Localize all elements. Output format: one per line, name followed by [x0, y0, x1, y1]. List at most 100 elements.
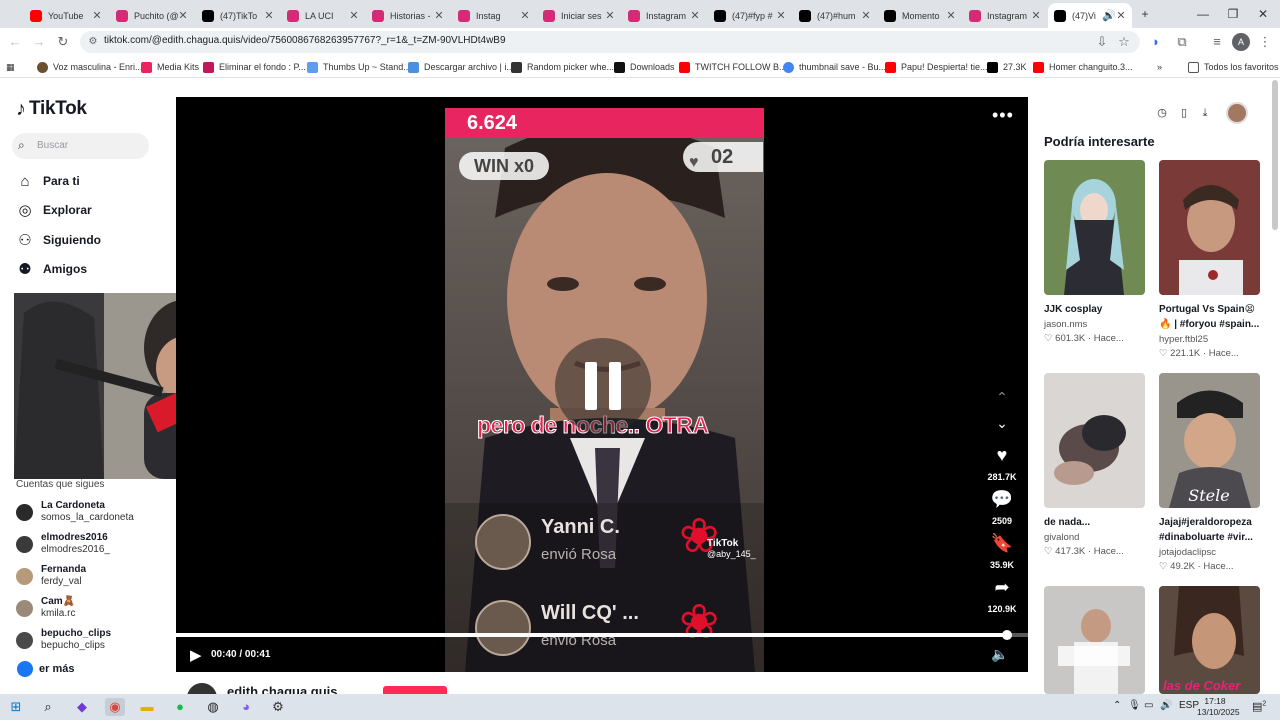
url-text[interactable]: tiktok.com/@edith.chagua.quis/video/7560… — [104, 35, 506, 46]
install-app-icon[interactable]: ⇩ — [1093, 33, 1111, 51]
volume-icon[interactable]: 🔊 — [1160, 700, 1172, 711]
close-tab-icon[interactable]: ✕ — [434, 9, 444, 22]
bookmark-item[interactable]: Homer changuito.3... — [1033, 59, 1133, 75]
profile-icon[interactable]: A — [1232, 33, 1250, 51]
bookmarks-overflow-icon[interactable]: » — [1157, 59, 1162, 75]
close-tab-icon[interactable]: ✕ — [776, 9, 786, 22]
clock-icon[interactable]: ◷ — [1155, 106, 1169, 120]
browser-tab[interactable]: Momento ✕ — [878, 3, 962, 28]
video-player[interactable]: 6.624 WIN x0 ♥02 pero de noche.. OTRA Ya… — [176, 97, 1028, 672]
site-info-icon[interactable]: ⚙ — [86, 35, 100, 49]
play-icon[interactable]: ▶ — [190, 646, 202, 664]
restore-button[interactable]: ❐ — [1222, 4, 1244, 24]
bookmark-item[interactable]: TWITCH FOLLOW B... — [679, 59, 787, 75]
bookmark-star-icon[interactable]: ☆ — [1115, 33, 1133, 51]
bookmark-item[interactable]: 27.3K — [987, 59, 1027, 75]
all-bookmarks[interactable]: Todos los favoritos — [1188, 59, 1279, 75]
more-options-icon[interactable]: ••• — [992, 105, 1014, 126]
close-tab-icon[interactable]: ✕ — [1031, 9, 1041, 22]
new-tab-button[interactable]: + — [1134, 4, 1156, 24]
close-tab-icon[interactable]: ✕ — [690, 9, 700, 22]
nav-for-you[interactable]: ⌂ Para ti — [16, 171, 79, 191]
video-thumbnail[interactable] — [1044, 373, 1145, 508]
forward-icon[interactable]: → — [30, 33, 48, 51]
minimize-button[interactable]: — — [1192, 4, 1214, 24]
close-tab-icon[interactable]: ✕ — [946, 9, 956, 22]
progress-handle[interactable] — [1001, 630, 1012, 640]
video-thumbnail[interactable] — [1044, 586, 1145, 694]
bookmark-item[interactable]: Thumbs Up ~ Stand... — [307, 59, 411, 75]
see-more-link[interactable]: er más — [17, 661, 74, 677]
video-thumbnail[interactable]: Stele — [1159, 373, 1260, 508]
browser-tab[interactable]: (47)#fyp # ✕ — [708, 3, 792, 28]
nav-explore[interactable]: ◎ Explorar — [16, 200, 91, 220]
network-icon[interactable]: ▭ — [1144, 700, 1153, 711]
microphone-icon[interactable]: 🎙 — [1128, 700, 1141, 711]
profile-avatar[interactable] — [1226, 102, 1248, 124]
search-icon[interactable]: ⌕ — [38, 698, 58, 716]
recommended-video-card[interactable]: JJK cosplay jason.nms ♡ 601.3K · Hace... — [1044, 160, 1145, 344]
menu-kebab-icon[interactable]: ⋮ — [1256, 33, 1274, 51]
bookmark-item[interactable]: Media Kits — [141, 59, 199, 75]
close-tab-icon[interactable]: ✕ — [349, 9, 359, 22]
close-tab-icon[interactable]: ✕ — [92, 9, 102, 22]
progress-bar[interactable] — [176, 630, 1028, 640]
pause-button[interactable] — [555, 338, 651, 434]
next-video-icon[interactable]: ⌄ — [986, 415, 1018, 432]
copilot-icon[interactable]: ◆ — [72, 698, 92, 716]
media-control-icon[interactable]: ≡ — [1208, 33, 1226, 51]
tiktok-logo[interactable]: ♪ TikTok — [16, 97, 87, 121]
recommended-video-card[interactable]: Portugal Vs Spain😫🔥 | #foryou #spain... … — [1159, 160, 1260, 359]
comment-button[interactable]: 💬 2509 — [986, 488, 1018, 526]
bookmark-item[interactable]: Random picker whe... — [511, 59, 614, 75]
spotify-icon[interactable]: ● — [170, 698, 190, 716]
bookmark-item[interactable]: Downloads — [614, 59, 675, 75]
extensions-puzzle-icon[interactable]: ⧉ — [1173, 33, 1191, 51]
extension-icon[interactable]: ◗ — [1147, 33, 1165, 51]
nav-following[interactable]: ⚇ Siguiendo — [16, 230, 101, 250]
recommended-video-card[interactable]: de nada... givalond ♡ 417.3K · Hace... — [1044, 373, 1145, 557]
system-clock[interactable]: 17:18 13/10/2025 — [1197, 696, 1240, 718]
save-button[interactable]: 🔖 35.9K — [986, 532, 1018, 570]
browser-tab[interactable]: (47)TikTo ✕ — [196, 3, 280, 28]
browser-tab[interactable]: Instagram ✕ — [963, 3, 1047, 28]
chrome-icon[interactable]: ◉ — [105, 698, 125, 716]
follow-button[interactable] — [383, 686, 447, 694]
settings-gear-icon[interactable]: ⚙ — [268, 698, 288, 716]
close-tab-icon[interactable]: ✕ — [605, 9, 615, 22]
close-window-button[interactable]: ✕ — [1252, 4, 1274, 24]
close-tab-icon[interactable]: ✕ — [861, 9, 871, 22]
reload-icon[interactable]: ↻ — [54, 33, 72, 51]
bookmark-item[interactable]: Voz masculina - Enri... — [37, 59, 143, 75]
previous-video-icon[interactable]: ⌃ — [986, 389, 1018, 406]
share-button[interactable]: ➦ 120.9K — [986, 576, 1018, 614]
close-tab-icon[interactable]: ✕ — [1116, 9, 1126, 22]
video-thumbnail[interactable] — [1044, 160, 1145, 295]
phone-icon[interactable]: ▯ — [1177, 106, 1191, 120]
file-explorer-icon[interactable]: ▬ — [137, 698, 157, 716]
browser-tab[interactable]: Instag ✕ — [452, 3, 536, 28]
bookmark-item[interactable]: Papu! Despierta! tie... — [885, 59, 988, 75]
video-thumbnail[interactable] — [1159, 160, 1260, 295]
recommended-video-card[interactable]: Stele Jajaj#jeraldoropeza #dinaboluarte … — [1159, 373, 1260, 572]
back-icon[interactable]: ← — [6, 33, 24, 51]
browser-tab-active[interactable]: (47)Vi 🔊 ✕ — [1048, 3, 1132, 28]
tray-chevron-icon[interactable]: ⌃ — [1113, 700, 1121, 711]
browser-tab[interactable]: YouTube ✕ — [24, 3, 108, 28]
browser-tab[interactable]: LA UCI ✕ — [281, 3, 365, 28]
address-bar[interactable]: ⚙ tiktok.com/@edith.chagua.quis/video/75… — [80, 31, 1140, 53]
download-icon[interactable]: ⤓ — [1198, 106, 1212, 120]
bookmark-item[interactable]: Descargar archivo | i... — [408, 59, 514, 75]
recommended-video-card[interactable] — [1044, 586, 1145, 694]
bookmark-item[interactable]: Eliminar el fondo : P... — [203, 59, 306, 75]
notification-icon[interactable]: ▤2 — [1252, 700, 1266, 713]
recommended-video-card[interactable]: las de Coker — [1159, 586, 1260, 694]
discord-icon[interactable]: ◕ — [236, 698, 256, 716]
bookmark-item[interactable]: thumbnail save - Bu... — [783, 59, 886, 75]
obs-icon[interactable]: ◍ — [203, 698, 223, 716]
language-indicator[interactable]: ESP — [1179, 700, 1199, 711]
close-tab-icon[interactable]: ✕ — [264, 9, 274, 22]
apps-grid-icon[interactable]: ▦ — [6, 59, 15, 75]
like-button[interactable]: ♥ 281.7K — [986, 444, 1018, 482]
page-scrollbar[interactable] — [1272, 80, 1278, 230]
